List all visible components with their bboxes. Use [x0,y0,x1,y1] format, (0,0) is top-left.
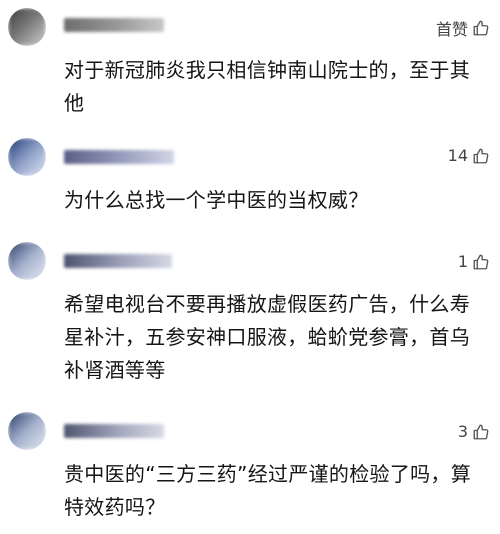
avatar-pixelated-image [8,412,46,450]
like-button[interactable]: 3 [458,422,490,441]
username-redacted[interactable] [64,424,164,438]
comment-text: 为什么总找一个学中医的当权威？ [64,188,369,212]
thumbs-up-icon [472,147,490,165]
username-redacted[interactable] [64,18,164,32]
avatar[interactable] [8,412,46,450]
avatar[interactable] [8,138,46,176]
thumbs-up-icon [472,19,490,37]
thumbs-up-icon [472,423,490,441]
thumbs-up-icon [472,253,490,271]
like-count: 3 [457,422,468,441]
like-button[interactable]: 1 [458,252,490,271]
like-button[interactable]: 14 [448,146,490,165]
avatar-pixelated-image [8,8,46,46]
comment-item: 14 为什么总找一个学中医的当权威？ [0,130,500,230]
username-redacted[interactable] [64,254,172,268]
like-count: 14 [447,146,468,165]
comment-item: 3 贵中医的“三方三药”经过严谨的检验了吗，算特效药吗？ [0,404,500,534]
like-label: 首赞 [435,20,468,39]
username-redacted[interactable] [64,150,174,164]
comment-text: 希望电视台不要再播放虚假医药广告，什么寿星补汁，五参安神口服液，蛤蚧党参膏，首乌… [64,292,470,382]
avatar[interactable] [8,242,46,280]
avatar[interactable] [8,8,46,46]
avatar-pixelated-image [8,138,46,176]
like-button[interactable]: 首赞 [436,16,490,40]
comment-text: 贵中医的“三方三药”经过严谨的检验了吗，算特效药吗？ [64,462,472,519]
like-count: 1 [457,252,468,271]
comment-text: 对于新冠肺炎我只相信钟南山院士的，至于其他 [64,58,470,115]
comment-item: 首赞 对于新冠肺炎我只相信钟南山院士的，至于其他 [0,0,500,120]
comment-item: 1 希望电视台不要再播放虚假医药广告，什么寿星补汁，五参安神口服液，蛤蚧党参膏，… [0,234,500,404]
avatar-pixelated-image [8,242,46,280]
